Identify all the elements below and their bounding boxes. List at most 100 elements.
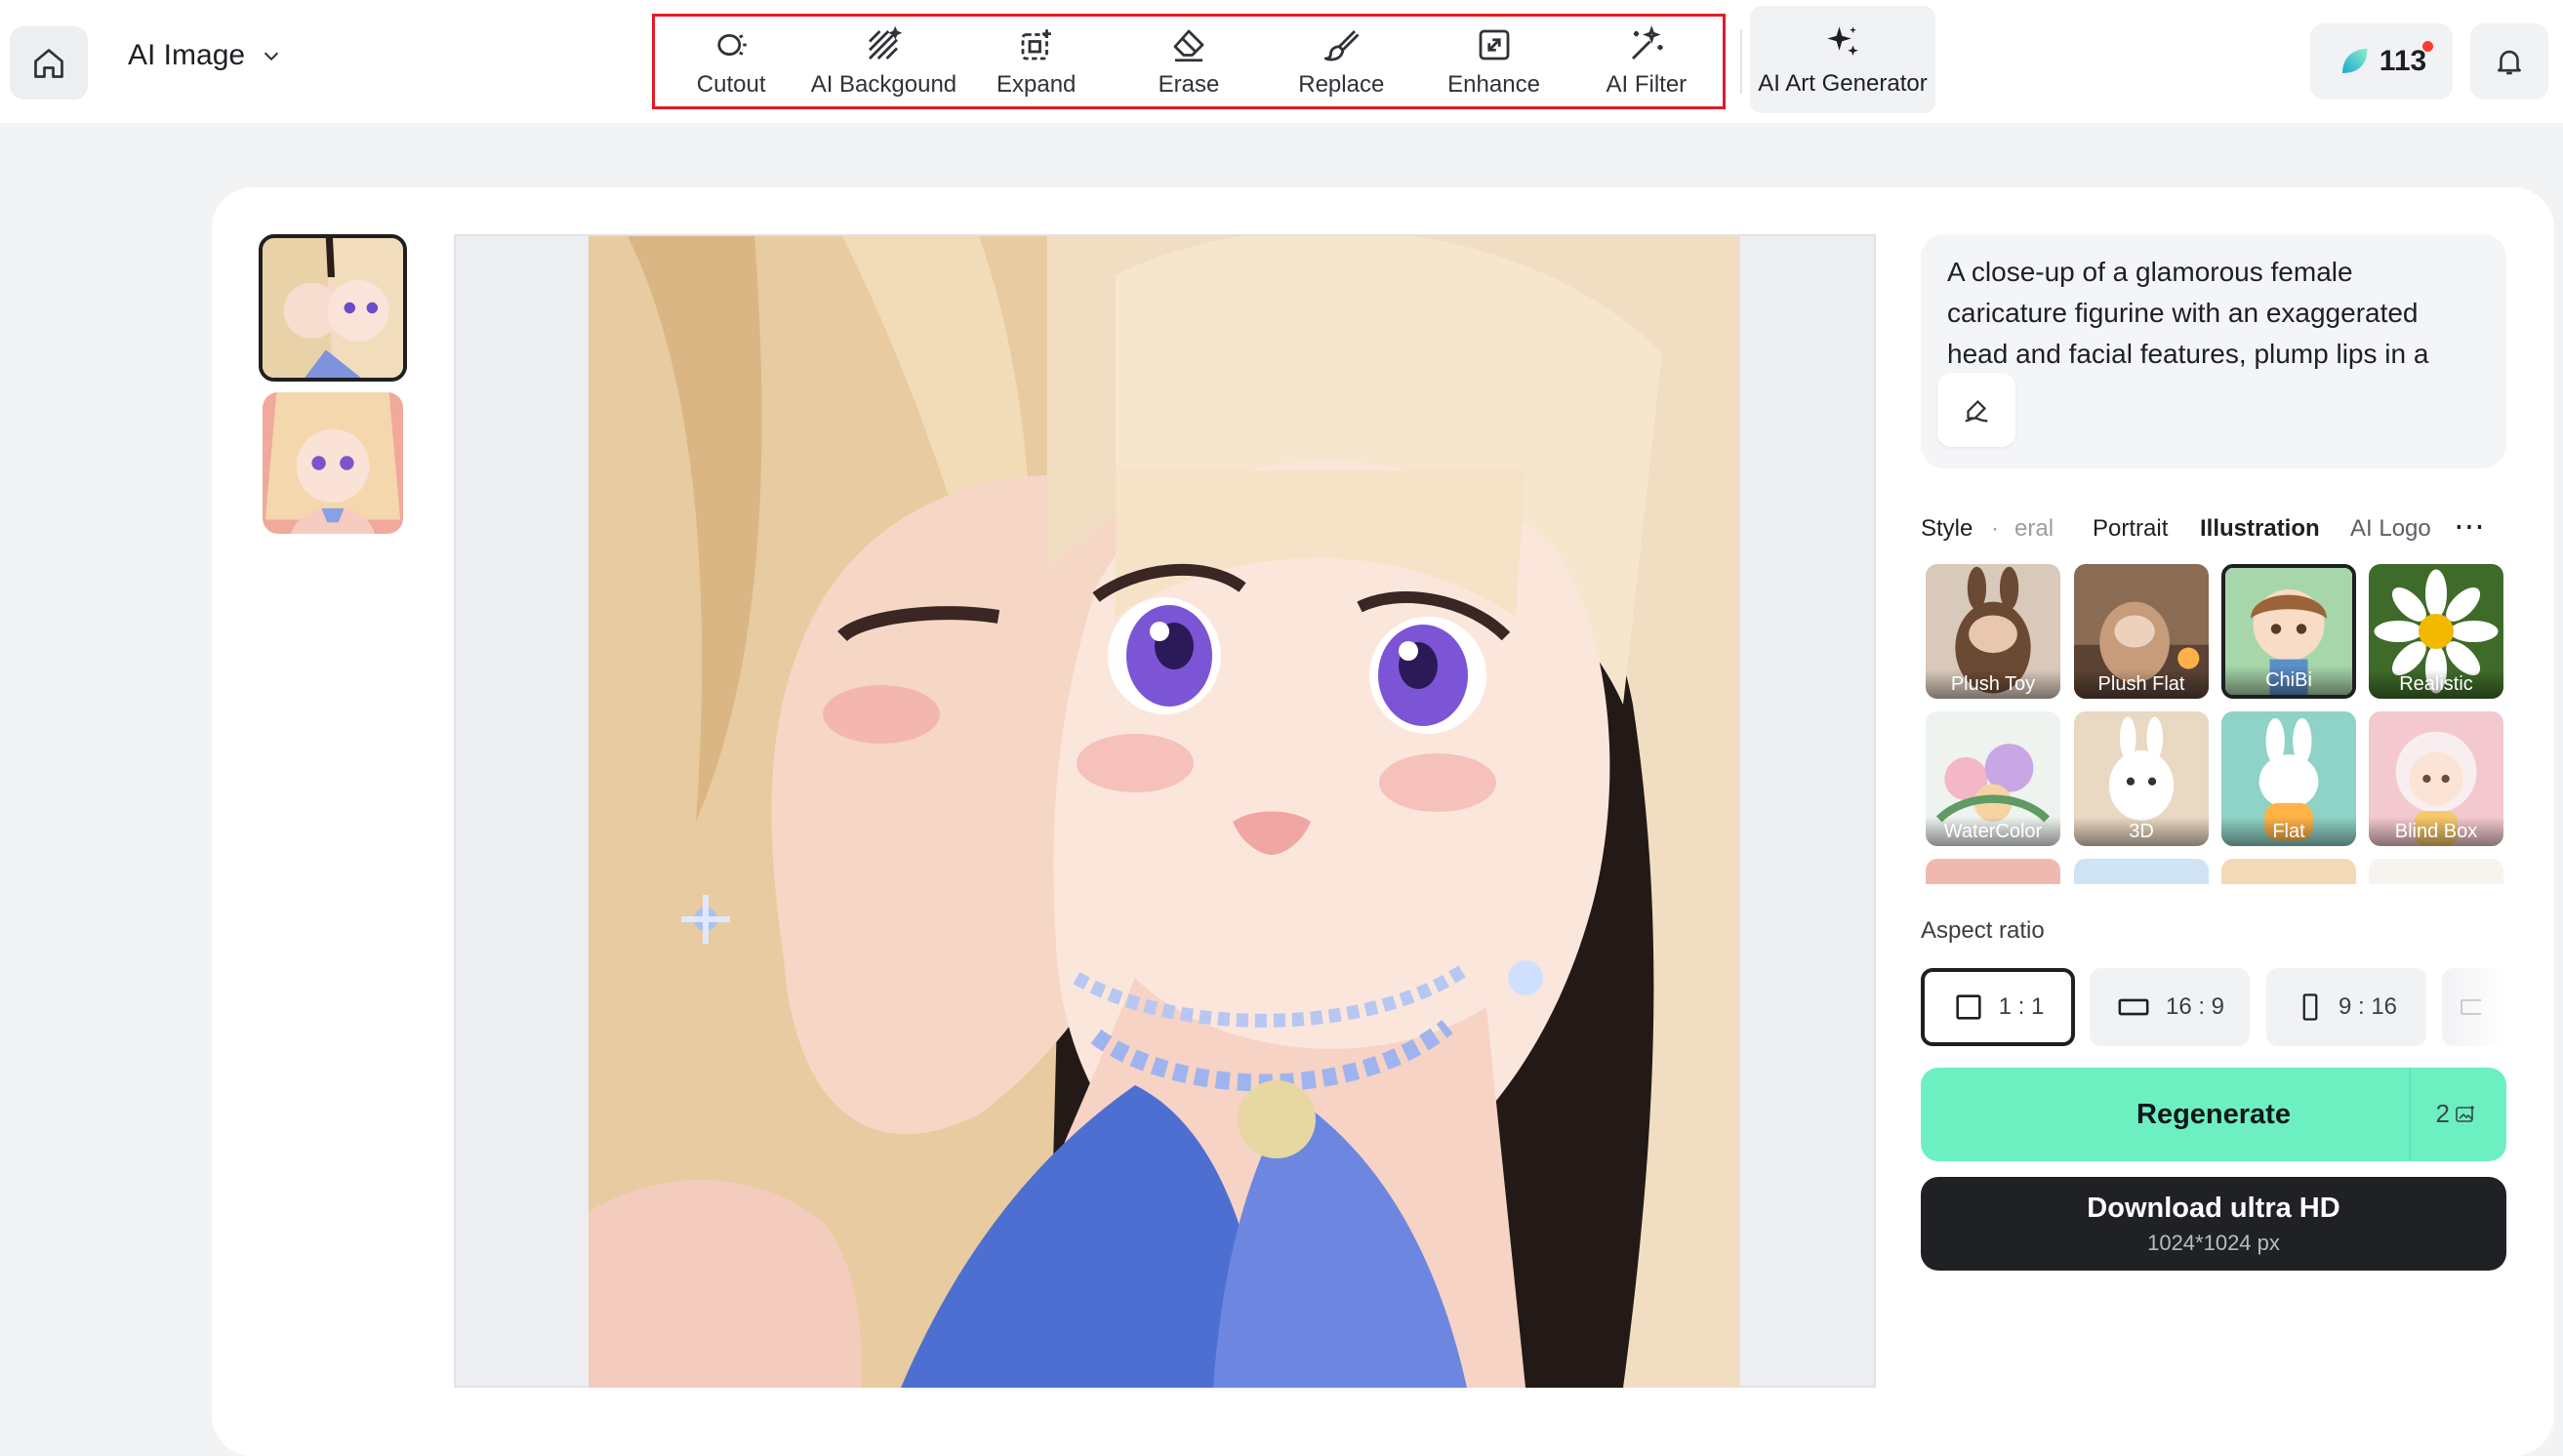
toolbar-divider bbox=[1740, 29, 1742, 94]
tab-general[interactable]: eral bbox=[2014, 515, 2054, 543]
ai-art-generator-label: AI Art Generator bbox=[1758, 70, 1928, 97]
tool-ai-filter[interactable]: AI Filter bbox=[1570, 24, 1723, 99]
tool-enhance[interactable]: Enhance bbox=[1417, 24, 1569, 99]
tool-expand-label: Expand bbox=[997, 71, 1077, 98]
style-plush-toy[interactable]: Plush Toy bbox=[1926, 564, 2060, 699]
ai-background-icon bbox=[869, 25, 903, 60]
home-icon bbox=[34, 48, 63, 78]
style-label-chibi: ChiBi bbox=[2225, 666, 2352, 695]
tool-cutout[interactable]: Cutout bbox=[655, 24, 807, 99]
style-grid: Plush Toy Plush Flat ChiBi Realistic Wat… bbox=[1921, 564, 2506, 884]
style-tabs: Style · eral Portrait Illustration AI Lo… bbox=[1921, 508, 2506, 550]
tool-cutout-label: Cutout bbox=[696, 71, 766, 98]
cutout-icon bbox=[717, 33, 747, 57]
thumbnail-image bbox=[263, 392, 403, 534]
edit-prompt-icon bbox=[1965, 400, 1988, 423]
tool-expand[interactable]: Expand bbox=[960, 24, 1113, 99]
tab-ai-logo[interactable]: AI Logo bbox=[2350, 515, 2431, 543]
style-card-partial[interactable] bbox=[2221, 859, 2356, 884]
ratio-9-16[interactable]: 9 : 16 bbox=[2266, 968, 2426, 1046]
ratio-more-partial[interactable] bbox=[2442, 968, 2506, 1046]
download-size: 1024*1024 px bbox=[2147, 1230, 2280, 1255]
edit-prompt-button[interactable] bbox=[1937, 373, 2015, 447]
magic-wand-icon bbox=[1631, 25, 1663, 60]
app-name: AI Image bbox=[128, 39, 246, 71]
expand-icon bbox=[1021, 29, 1051, 61]
sparkle-icon bbox=[1827, 26, 1858, 56]
tool-ai-filter-label: AI Filter bbox=[1606, 71, 1688, 98]
tab-portrait[interactable]: Portrait bbox=[2093, 515, 2168, 543]
eraser-icon bbox=[1173, 29, 1204, 62]
brush-icon bbox=[1324, 30, 1360, 61]
style-card-partial[interactable] bbox=[1926, 859, 2060, 884]
partial-preview bbox=[2221, 859, 2356, 884]
style-label-watercolor: WaterColor bbox=[1926, 817, 2060, 846]
generated-image bbox=[589, 236, 1740, 1388]
more-horizontal-icon[interactable]: ⋯ bbox=[2454, 507, 2487, 545]
tool-ai-background-label: AI Backgound bbox=[810, 71, 957, 98]
aspect-ratio-title: Aspect ratio bbox=[1921, 917, 2045, 944]
style-label-plush-flat: Plush Flat bbox=[2074, 669, 2209, 699]
enhance-icon bbox=[1479, 29, 1509, 61]
portrait-icon bbox=[2302, 993, 2318, 1021]
image-credit-icon bbox=[2456, 1105, 2474, 1122]
regenerate-cost: 2 bbox=[2436, 1099, 2477, 1129]
ratio-partial-icon bbox=[2461, 999, 2481, 1015]
regenerate-button[interactable]: Regenerate 2 bbox=[1921, 1068, 2506, 1161]
notification-dot bbox=[2422, 41, 2433, 52]
home-button[interactable] bbox=[10, 26, 88, 100]
leaf-gem-icon bbox=[2341, 48, 2368, 73]
style-separator: · bbox=[1991, 515, 1999, 542]
square-icon bbox=[1956, 994, 1981, 1020]
ratio-1-1-label: 1 : 1 bbox=[1998, 993, 2045, 1020]
tool-enhance-label: Enhance bbox=[1447, 71, 1540, 98]
style-card-partial[interactable] bbox=[2074, 859, 2209, 884]
style-card-partial[interactable] bbox=[2369, 859, 2503, 884]
credits-count: 113 bbox=[2379, 45, 2427, 77]
style-flat[interactable]: Flat bbox=[2221, 711, 2356, 846]
style-3d[interactable]: 3D bbox=[2074, 711, 2209, 846]
bell-icon bbox=[2498, 50, 2521, 75]
style-realistic[interactable]: Realistic bbox=[2369, 564, 2503, 699]
style-chibi[interactable]: ChiBi bbox=[2221, 564, 2356, 699]
regenerate-divider bbox=[2409, 1068, 2411, 1161]
top-bar: AI Image Cutout AI Backgound Expand Eras… bbox=[0, 0, 2563, 123]
prompt-text: A close-up of a glamorous female caricat… bbox=[1947, 257, 2429, 369]
regenerate-label: Regenerate bbox=[2136, 1098, 2291, 1130]
style-label-flat: Flat bbox=[2221, 817, 2356, 846]
tool-ai-background[interactable]: AI Backgound bbox=[807, 24, 959, 99]
ratio-16-9-label: 16 : 9 bbox=[2165, 993, 2225, 1020]
partial-preview bbox=[2074, 859, 2209, 884]
tool-erase-label: Erase bbox=[1158, 71, 1220, 98]
result-thumbnail-2[interactable] bbox=[263, 392, 403, 534]
result-thumbnail-1[interactable] bbox=[259, 234, 407, 382]
chevron-down-icon bbox=[264, 52, 279, 61]
style-label-realistic: Realistic bbox=[2369, 669, 2503, 699]
style-plush-flat[interactable]: Plush Flat bbox=[2074, 564, 2209, 699]
download-label: Download ultra HD bbox=[2087, 1192, 2340, 1224]
app-switcher[interactable]: AI Image bbox=[128, 39, 282, 72]
style-label: Style bbox=[1921, 515, 1973, 542]
ratio-1-1[interactable]: 1 : 1 bbox=[1921, 968, 2075, 1046]
tool-erase[interactable]: Erase bbox=[1113, 24, 1265, 99]
edit-toolbar: Cutout AI Backgound Expand Erase Replace… bbox=[652, 14, 1726, 109]
regenerate-cost-value: 2 bbox=[2435, 1099, 2450, 1128]
thumbnail-image bbox=[263, 238, 403, 378]
credits-badge[interactable]: 113 bbox=[2310, 23, 2453, 100]
ratio-9-16-label: 9 : 16 bbox=[2338, 993, 2398, 1020]
ai-art-generator-button[interactable]: AI Art Generator bbox=[1750, 6, 1935, 113]
tool-replace-label: Replace bbox=[1298, 71, 1385, 98]
ratio-16-9[interactable]: 16 : 9 bbox=[2090, 968, 2250, 1046]
prompt-box[interactable]: A close-up of a glamorous female caricat… bbox=[1921, 234, 2506, 468]
style-blind-box[interactable]: Blind Box bbox=[2369, 711, 2503, 846]
style-label-plush-toy: Plush Toy bbox=[1926, 669, 2060, 699]
landscape-icon bbox=[2118, 998, 2149, 1016]
style-label-3d: 3D bbox=[2074, 817, 2209, 846]
anime-illustration bbox=[589, 236, 1740, 1388]
download-ultra-hd-button[interactable]: Download ultra HD 1024*1024 px bbox=[1921, 1177, 2506, 1271]
notifications-button[interactable] bbox=[2470, 23, 2548, 100]
tool-replace[interactable]: Replace bbox=[1265, 24, 1417, 99]
style-watercolor[interactable]: WaterColor bbox=[1926, 711, 2060, 846]
style-label-blind-box: Blind Box bbox=[2369, 817, 2503, 846]
tab-illustration[interactable]: Illustration bbox=[2200, 515, 2320, 543]
